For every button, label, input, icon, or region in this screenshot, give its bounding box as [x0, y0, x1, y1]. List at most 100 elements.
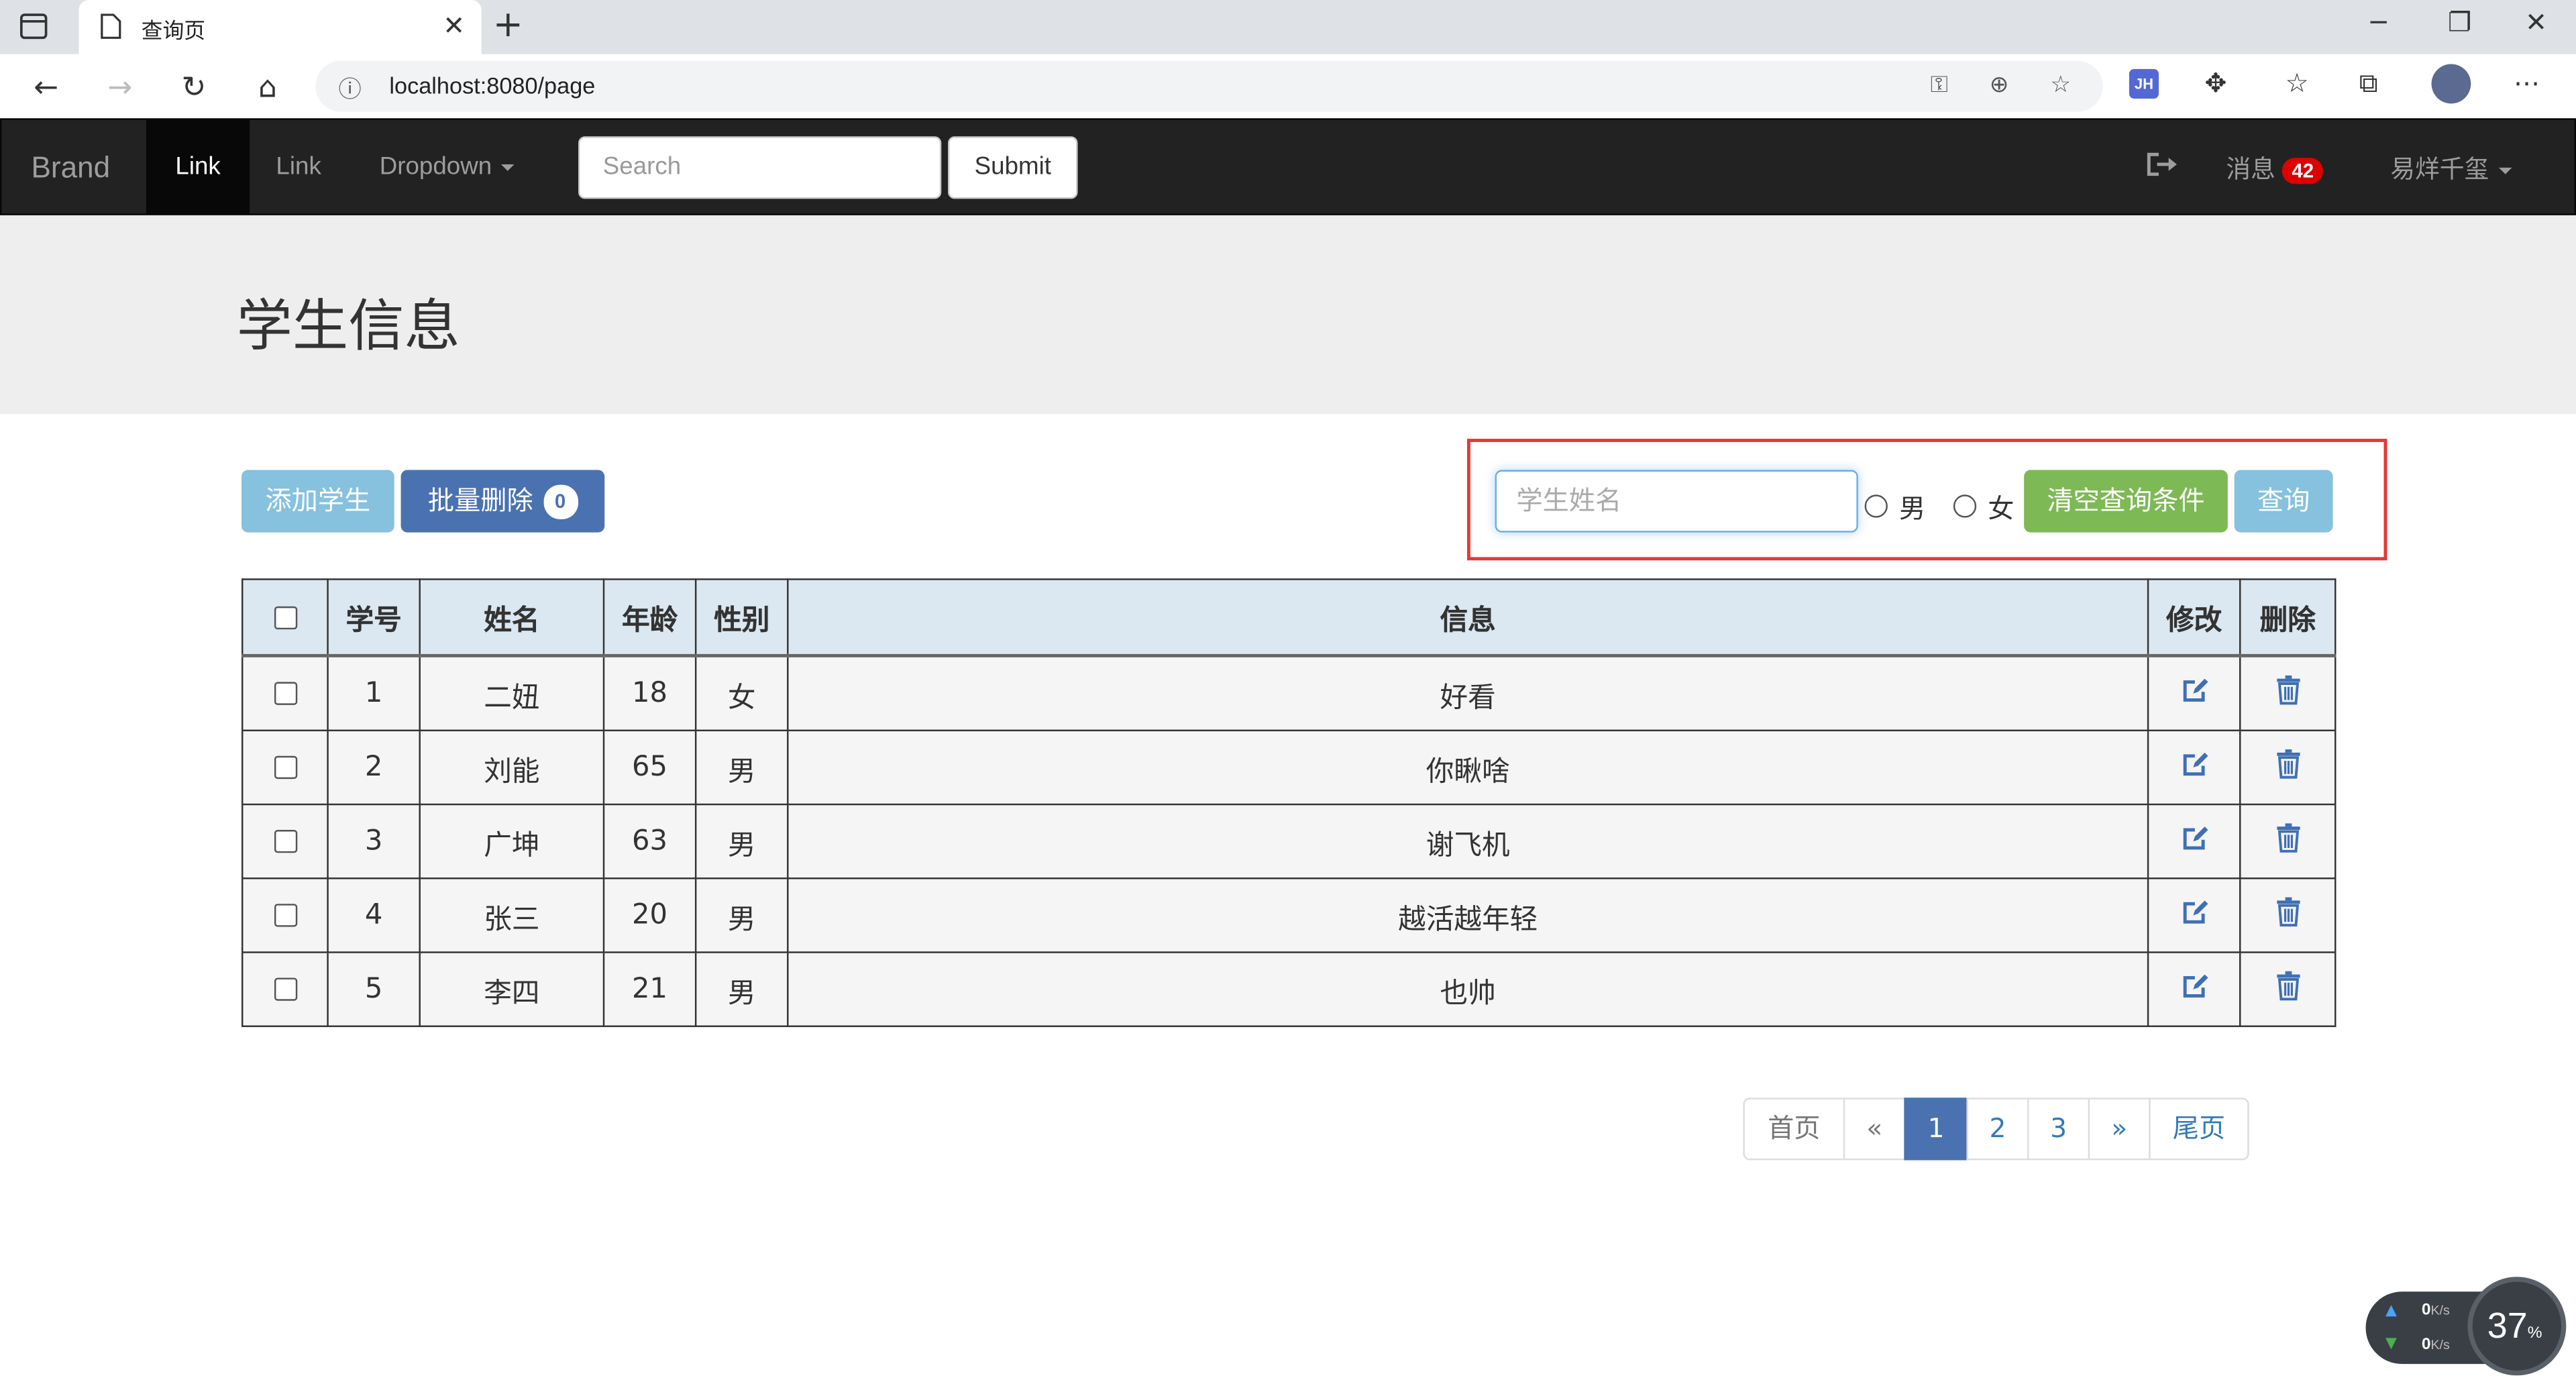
female-label: 女	[1988, 492, 2015, 525]
row-checkbox[interactable]	[273, 829, 297, 853]
cell-gender: 男	[694, 803, 789, 880]
gender-male-radio[interactable]: 男	[1864, 486, 1925, 526]
gender-female-radio[interactable]: 女	[1953, 486, 2015, 526]
query-button[interactable]: 查询	[2234, 470, 2333, 533]
messages-link[interactable]: 消息 42	[2226, 151, 2324, 185]
nav-dropdown[interactable]: Dropdown	[380, 120, 515, 214]
navbar-search-input[interactable]: Search	[578, 136, 942, 199]
radio-circle-icon[interactable]	[1953, 494, 1977, 518]
page-number[interactable]: 1	[1904, 1098, 1968, 1161]
trash-icon[interactable]	[2275, 970, 2301, 1008]
url-text: localhost:8080/page	[389, 72, 596, 99]
upload-value: 0	[2421, 1301, 2431, 1320]
extension-jh-icon[interactable]: JH	[2129, 68, 2159, 99]
page-number[interactable]: 2	[1966, 1098, 2029, 1161]
add-student-button[interactable]: 添加学生	[241, 470, 394, 533]
batch-delete-label: 批量删除	[427, 484, 533, 517]
nav-link-active[interactable]: Link	[146, 119, 250, 214]
profile-avatar-icon[interactable]	[2431, 64, 2471, 104]
info-icon[interactable]: ⓘ	[338, 72, 361, 105]
edit-icon[interactable]	[2180, 822, 2209, 860]
col-header-delete: 删除	[2239, 578, 2337, 657]
home-icon[interactable]: ⌂	[246, 66, 289, 109]
batch-count-badge: 0	[543, 484, 578, 520]
trash-icon[interactable]	[2275, 748, 2301, 786]
back-icon[interactable]: ←	[25, 66, 68, 109]
pagination: 首页 « 1 2 3 » 尾页	[1743, 1098, 2249, 1161]
page-header: 学生信息	[0, 215, 2576, 415]
messages-count-badge: 42	[2282, 156, 2324, 184]
upload-speed: 0K/s	[2422, 1301, 2450, 1320]
cell-age: 63	[602, 803, 697, 880]
cell-info: 也帅	[787, 951, 2149, 1027]
delete-cell	[2239, 951, 2337, 1027]
edit-icon[interactable]	[2180, 970, 2209, 1008]
zoom-icon[interactable]: ⊕	[1990, 72, 2009, 99]
address-bar[interactable]: ⓘ localhost:8080/page ⚿ ⊕ ☆	[315, 60, 2103, 112]
forward-icon[interactable]: →	[99, 66, 142, 109]
col-header-info: 信息	[787, 578, 2149, 657]
user-dropdown[interactable]: 易烊千玺	[2390, 151, 2512, 185]
more-menu-icon[interactable]: ⋯	[2514, 67, 2540, 99]
col-header-id: 学号	[327, 578, 421, 657]
messages-label: 消息	[2226, 154, 2275, 184]
usage-value: 37	[2487, 1304, 2528, 1346]
download-arrow-icon: ▼	[2385, 1336, 2397, 1352]
edit-icon[interactable]	[2180, 749, 2209, 786]
submit-button[interactable]: Submit	[948, 136, 1078, 199]
row-checkbox[interactable]	[273, 755, 297, 780]
cell-id: 5	[327, 951, 421, 1027]
trash-icon[interactable]	[2275, 674, 2301, 712]
favorite-add-icon[interactable]: ☆	[2050, 72, 2071, 99]
browser-tab[interactable]: 查询页 ✕	[78, 0, 482, 54]
cell-name: 广坤	[419, 803, 605, 880]
minimize-icon[interactable]: ─	[2371, 7, 2387, 38]
row-checkbox[interactable]	[273, 977, 297, 1001]
edit-cell	[2147, 655, 2241, 732]
delete-cell	[2239, 878, 2337, 953]
nav-link[interactable]: Link	[276, 120, 321, 214]
collections-icon[interactable]: ⧉	[2359, 67, 2378, 100]
page-next[interactable]: »	[2088, 1098, 2151, 1161]
row-select-cell	[241, 951, 329, 1027]
cell-name: 刘能	[419, 729, 605, 806]
row-select-cell	[241, 729, 329, 806]
edit-icon[interactable]	[2180, 675, 2209, 712]
cell-name: 二妞	[419, 655, 605, 732]
logout-icon[interactable]	[2142, 146, 2178, 182]
edit-icon[interactable]	[2180, 896, 2209, 934]
col-header-gender: 性别	[694, 578, 789, 657]
restore-icon[interactable]: ❐	[2448, 7, 2471, 38]
page-last[interactable]: 尾页	[2149, 1098, 2249, 1161]
row-checkbox[interactable]	[273, 904, 297, 927]
batch-delete-button[interactable]: 批量删除 0	[400, 470, 605, 533]
trash-icon[interactable]	[2275, 896, 2301, 934]
browser-toolbar: ← → ↻ ⌂ ⓘ localhost:8080/page ⚿ ⊕ ☆ JH ✥…	[0, 54, 2576, 120]
caret-down-icon	[2498, 166, 2512, 174]
student-name-input[interactable]: 学生姓名	[1495, 470, 1858, 533]
close-window-icon[interactable]: ✕	[2525, 7, 2547, 38]
key-icon[interactable]: ⚿	[1931, 72, 1948, 99]
select-all-checkbox[interactable]	[273, 605, 297, 629]
new-tab-icon[interactable]: +	[493, 5, 523, 46]
favorites-icon[interactable]: ☆	[2286, 67, 2309, 99]
cell-age: 21	[602, 951, 697, 1027]
extensions-icon[interactable]: ✥	[2205, 67, 2227, 99]
close-tab-icon[interactable]: ✕	[443, 10, 465, 42]
sidebar-toggle-icon[interactable]	[16, 10, 52, 43]
page-number[interactable]: 3	[2027, 1098, 2090, 1161]
col-header-name: 姓名	[419, 578, 605, 657]
usage-percent: 37%	[2487, 1305, 2542, 1348]
navbar-brand[interactable]: Brand	[32, 151, 111, 185]
tab-title: 查询页	[141, 19, 206, 45]
row-checkbox[interactable]	[273, 682, 297, 705]
radio-circle-icon[interactable]	[1864, 494, 1888, 518]
page-prev[interactable]: «	[1843, 1098, 1906, 1161]
page-first[interactable]: 首页	[1743, 1098, 1845, 1161]
trash-icon[interactable]	[2275, 822, 2301, 860]
clear-query-button[interactable]: 清空查询条件	[2024, 470, 2228, 533]
memory-usage-dial[interactable]: 37%	[2467, 1277, 2567, 1376]
edit-cell	[2147, 803, 2241, 880]
cell-age: 65	[602, 729, 697, 806]
reload-icon[interactable]: ↻	[172, 66, 215, 109]
